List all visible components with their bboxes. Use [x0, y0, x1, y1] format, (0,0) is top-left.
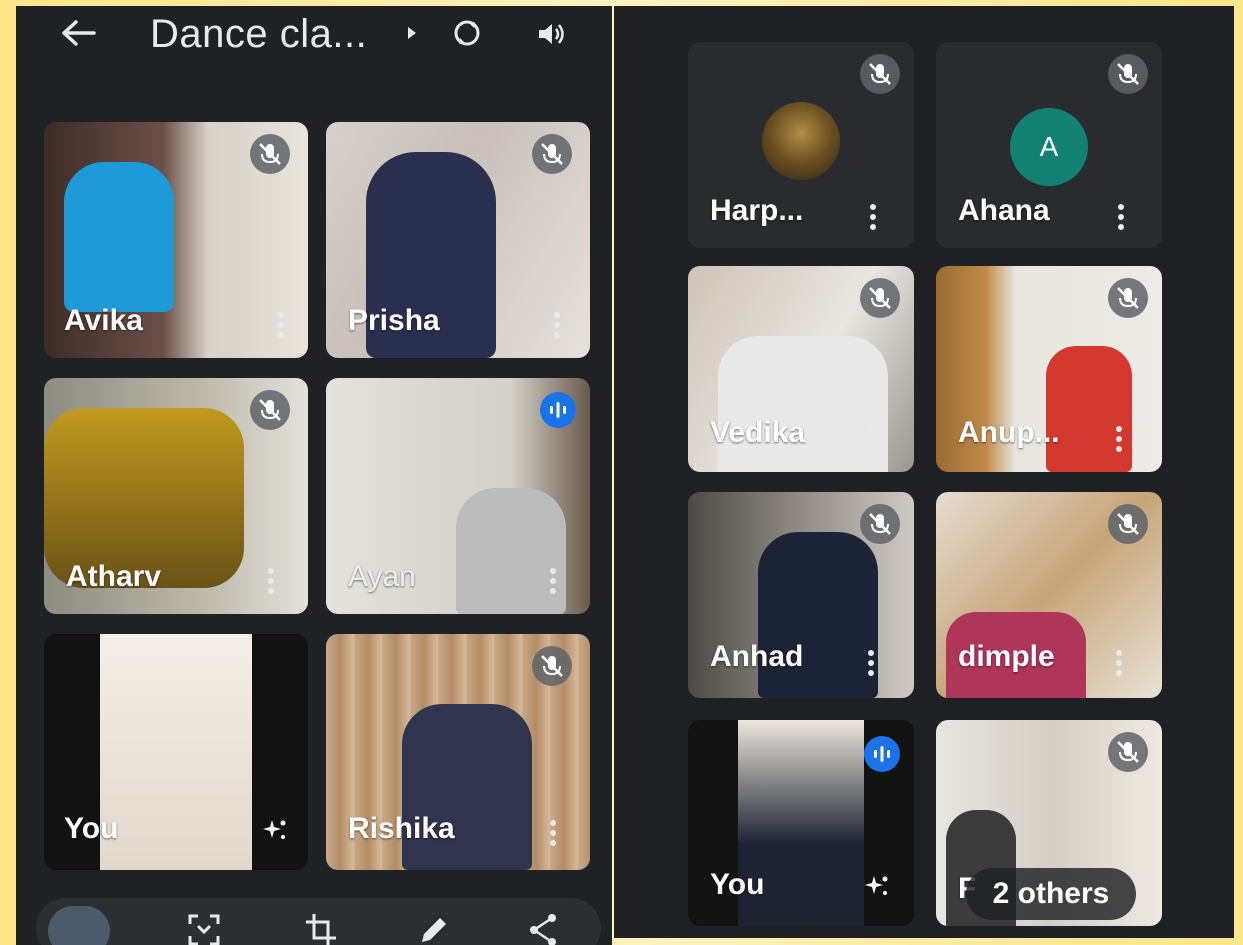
triangle-right-icon[interactable] — [406, 22, 420, 44]
participant-tile[interactable]: Vedika — [688, 266, 914, 472]
mic-off-icon — [1108, 278, 1148, 318]
effects-icon[interactable] — [862, 872, 892, 902]
mic-off-icon — [1108, 732, 1148, 772]
participant-tile[interactable]: Avika — [44, 122, 308, 358]
participant-name: Anhad — [710, 640, 804, 673]
participant-name: Vedika — [710, 416, 806, 449]
participant-name: Avika — [64, 304, 143, 337]
mic-off-icon — [1108, 504, 1148, 544]
left-call-screen: Dance cla... Avika Prisha Atharv Ayan Yo… — [16, 6, 612, 945]
effects-icon[interactable] — [260, 816, 290, 846]
participant-tile[interactable]: Ayan — [326, 378, 590, 614]
mic-off-icon — [1108, 54, 1148, 94]
more-vert-icon[interactable] — [550, 568, 556, 596]
mic-off-icon — [532, 646, 572, 686]
bottom-toolbar — [36, 898, 601, 945]
thumbnail-icon[interactable] — [48, 906, 110, 945]
participant-tile[interactable]: Rishika — [326, 634, 590, 870]
video-feed — [100, 634, 252, 870]
participant-name: Anup... — [958, 416, 1060, 449]
participant-name: Prisha — [348, 304, 440, 337]
avatar — [762, 102, 840, 180]
participant-tile[interactable]: Atharv — [44, 378, 308, 614]
participant-name: Ahana — [958, 194, 1050, 227]
participant-tile[interactable]: dimple — [936, 492, 1162, 698]
speaking-indicator-icon — [864, 736, 900, 772]
participant-name: Atharv — [66, 560, 162, 593]
mic-off-icon — [860, 504, 900, 544]
mic-off-icon — [860, 54, 900, 94]
participant-tile[interactable]: Harp... — [688, 42, 914, 248]
speaking-indicator-icon — [540, 392, 576, 428]
video-feed — [718, 336, 888, 472]
participant-name: dimple — [958, 640, 1055, 673]
more-vert-icon[interactable] — [868, 426, 874, 454]
avatar: A — [1010, 108, 1088, 186]
more-vert-icon[interactable] — [868, 650, 874, 678]
more-vert-icon[interactable] — [870, 204, 876, 232]
crop-icon[interactable] — [304, 912, 338, 945]
speaker-icon[interactable] — [536, 20, 568, 48]
participant-tile[interactable]: Anup... — [936, 266, 1162, 472]
participant-tile[interactable]: A Ahana — [936, 42, 1162, 248]
camera-switch-icon[interactable] — [450, 18, 484, 48]
share-icon[interactable] — [526, 912, 560, 945]
more-vert-icon[interactable] — [268, 568, 274, 596]
mic-off-icon — [250, 390, 290, 430]
participant-name: You — [710, 868, 765, 901]
meeting-title[interactable]: Dance cla... — [150, 12, 367, 57]
scan-icon[interactable] — [186, 912, 222, 945]
participant-tile[interactable]: Prisha — [326, 122, 590, 358]
participant-name: Rishika — [348, 812, 455, 845]
back-arrow-icon[interactable] — [60, 20, 96, 46]
mic-off-icon — [532, 134, 572, 174]
more-vert-icon[interactable] — [1118, 204, 1124, 232]
more-vert-icon[interactable] — [550, 820, 556, 848]
self-view-tile[interactable]: You — [44, 634, 308, 870]
call-header: Dance cla... — [16, 6, 612, 62]
others-chip[interactable]: 2 others — [966, 868, 1136, 920]
video-feed — [64, 162, 174, 312]
edit-icon[interactable] — [416, 912, 452, 945]
more-vert-icon[interactable] — [1116, 426, 1122, 454]
mic-off-icon — [860, 278, 900, 318]
right-call-screen: Harp... A Ahana Vedika Anup... Anhad dim… — [614, 6, 1234, 938]
participant-name: Harp... — [710, 194, 804, 227]
more-vert-icon[interactable] — [1116, 650, 1122, 678]
participant-name: You — [64, 812, 119, 845]
participant-tile[interactable]: Anhad — [688, 492, 914, 698]
more-vert-icon[interactable] — [278, 312, 284, 340]
participant-name: Ayan — [348, 560, 416, 593]
more-vert-icon[interactable] — [554, 312, 560, 340]
mic-off-icon — [250, 134, 290, 174]
self-view-tile[interactable]: You — [688, 720, 914, 926]
